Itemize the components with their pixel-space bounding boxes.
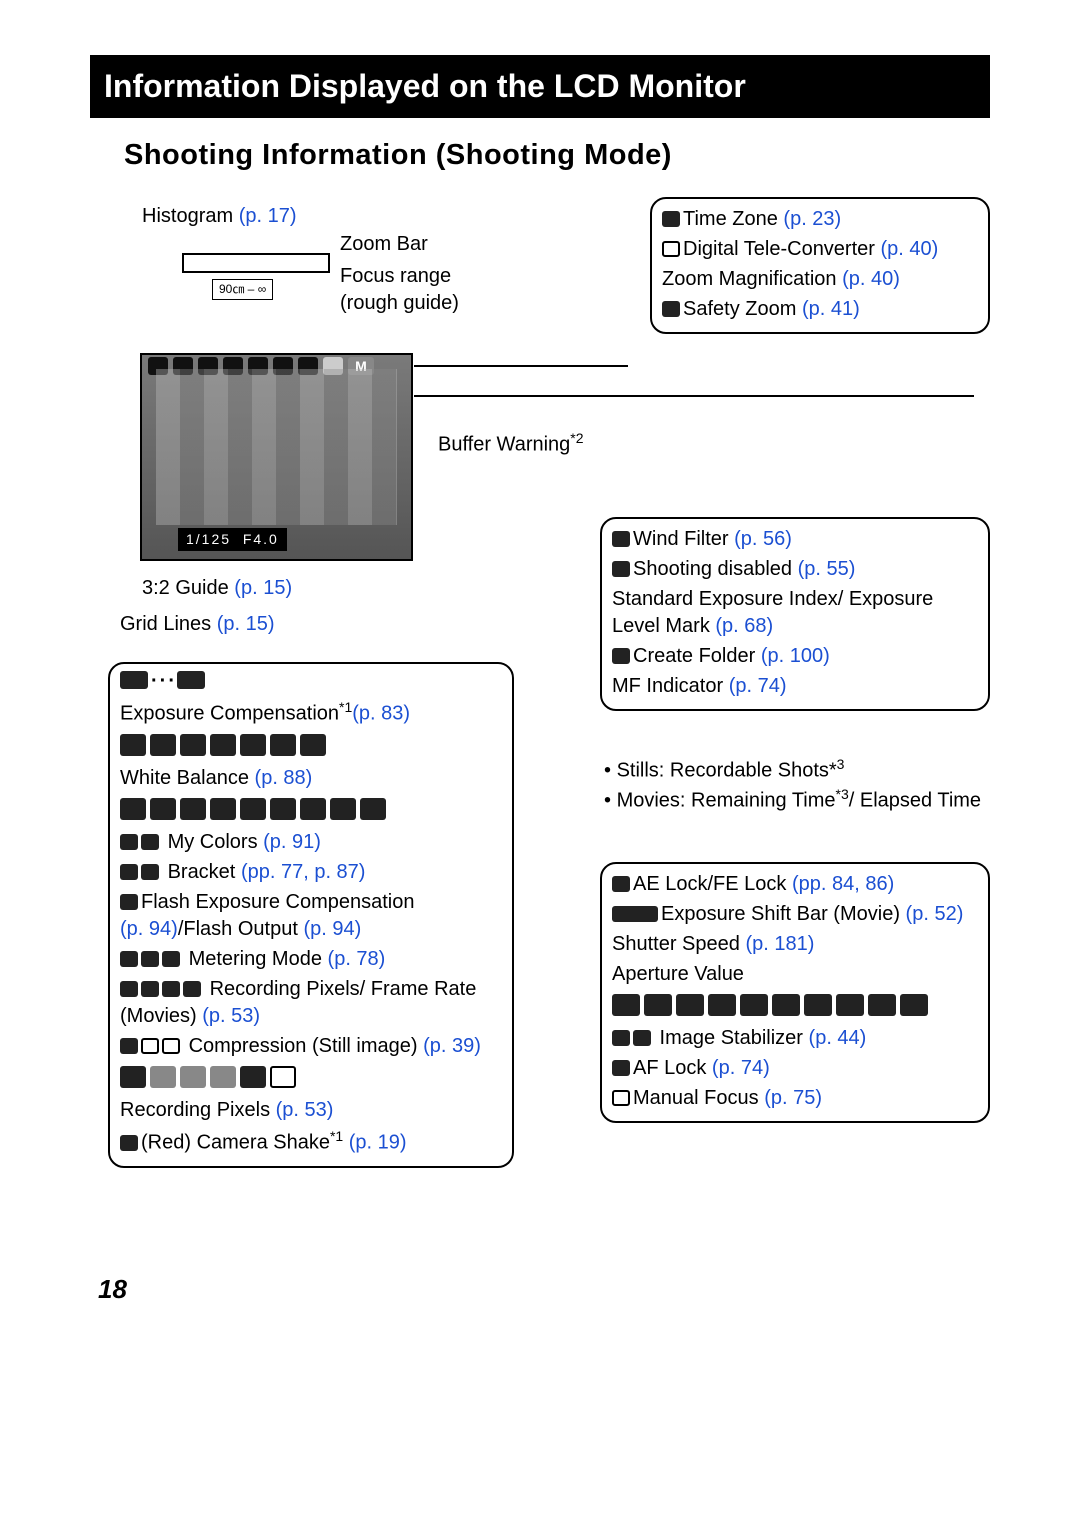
label-zoom-bar: Zoom Bar [340, 231, 428, 258]
label-grid-lines: Grid Lines (p. 15) [120, 611, 275, 638]
ae-lock-icon [612, 876, 630, 892]
diagram: Histogram (p. 17) Zoom Bar Focus range (… [108, 197, 990, 1297]
is-icon-a [612, 1030, 630, 1046]
stabilizer-icons-row [612, 994, 978, 1022]
camera-shake-icon [120, 1135, 138, 1151]
mf-icon [612, 1090, 630, 1106]
af-lock-icon [612, 1060, 630, 1076]
create-folder-icon [612, 648, 630, 664]
wind-filter-icon [612, 531, 630, 547]
callout-box-left: ··· Exposure Compensation*1(p. 83) White… [108, 662, 514, 1167]
label-32-guide: 3:2 Guide (p. 15) [142, 575, 292, 602]
exp-comp-dots: ··· [151, 670, 177, 692]
label-focus-range: Focus range (rough guide) [340, 263, 520, 317]
lcd-exposure-readout: 1/125 F4.0 [178, 528, 287, 551]
is-icon-b [633, 1030, 651, 1046]
callout-box-low-right: AE Lock/FE Lock (pp. 84, 86) Exposure Sh… [600, 862, 990, 1123]
callout-box-mid-right: Wind Filter (p. 56) Shooting disabled (p… [600, 517, 990, 711]
label-buffer-warning: Buffer Warning*2 [438, 429, 584, 459]
flash-exp-icon [120, 894, 138, 910]
shooting-disabled-icon [612, 561, 630, 577]
label-histogram: Histogram (p. 17) [142, 203, 297, 230]
page-title: Information Displayed on the LCD Monitor [90, 55, 990, 118]
bracket-icon-b [141, 864, 159, 880]
zoom-bar-icon [182, 253, 330, 273]
focus-range-value: 90㎝ – ∞ [212, 279, 273, 299]
safety-zoom-icon [662, 301, 680, 317]
my-colors-icons [120, 798, 502, 826]
bullets-recordable: • Stills: Recordable Shots*3 • Movies: R… [604, 755, 990, 814]
white-balance-icons [120, 734, 502, 762]
bracket-icon-a [120, 864, 138, 880]
callout-box-top-right: Time Zone (p. 23) Digital Tele-Converter… [650, 197, 990, 334]
time-zone-icon [662, 211, 680, 227]
recording-pixels-icons [120, 1066, 502, 1094]
tele-converter-icon [662, 241, 680, 257]
page-subtitle: Shooting Information (Shooting Mode) [124, 136, 990, 175]
page-number: 18 [98, 1272, 127, 1307]
exposure-shift-icon [612, 906, 658, 922]
lcd-preview-icon: M 1/125 F4.0 [140, 353, 413, 561]
